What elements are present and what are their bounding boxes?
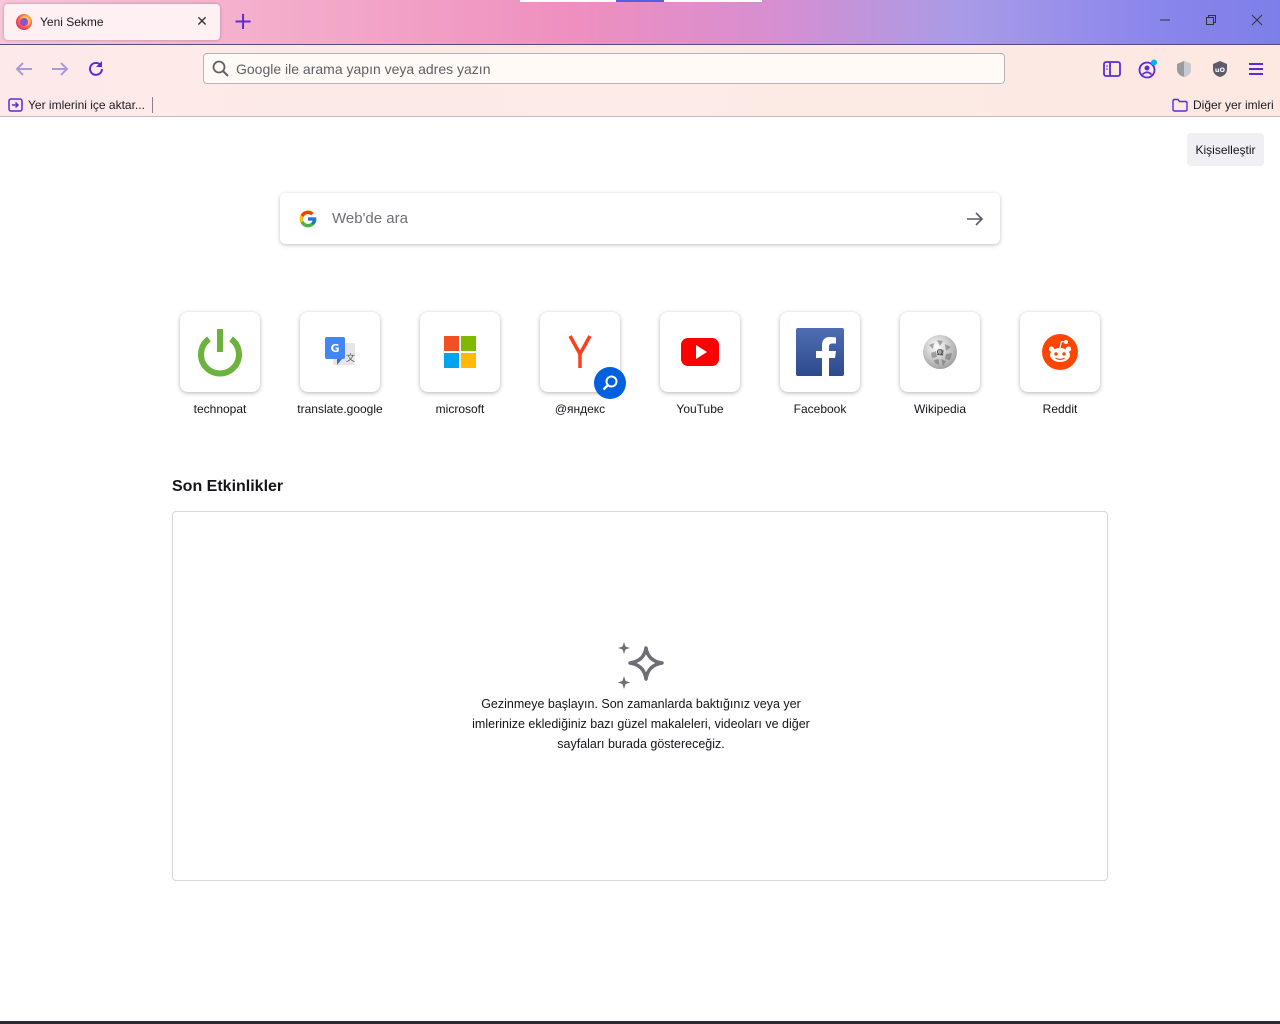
reddit-icon bbox=[1042, 334, 1078, 370]
svg-text:G: G bbox=[330, 342, 339, 355]
search-icon bbox=[602, 375, 618, 391]
top-site-reddit[interactable]: Reddit bbox=[1000, 312, 1120, 422]
power-icon bbox=[198, 329, 242, 377]
top-site-wikipedia[interactable]: Ω Wikipedia bbox=[880, 312, 1000, 422]
reload-button[interactable] bbox=[82, 55, 110, 83]
top-site-microsoft[interactable]: microsoft bbox=[400, 312, 520, 422]
top-site-label: Reddit bbox=[1042, 402, 1078, 416]
restore-button[interactable] bbox=[1188, 8, 1234, 36]
top-site-tile bbox=[660, 312, 740, 392]
bookmarks-separator bbox=[152, 97, 153, 113]
google-translate-icon: G文 bbox=[325, 337, 355, 365]
other-bookmarks-label: Diğer yer imleri bbox=[1193, 98, 1274, 112]
forward-icon bbox=[52, 62, 69, 76]
import-bookmarks-label: Yer imlerini içe aktar... bbox=[28, 98, 145, 112]
reload-icon bbox=[89, 61, 103, 76]
sidebar-button[interactable] bbox=[1100, 57, 1124, 81]
title-bar: Yeni Sekme ✕ + bbox=[0, 0, 1280, 44]
top-site-label: technopat bbox=[193, 402, 247, 416]
youtube-icon bbox=[681, 338, 719, 366]
other-bookmarks-button[interactable]: Diğer yer imleri bbox=[1172, 95, 1274, 115]
ublock-button[interactable]: uO bbox=[1208, 57, 1232, 81]
svg-text:文: 文 bbox=[346, 352, 355, 364]
sidebar-icon bbox=[1103, 61, 1121, 77]
top-site-tile bbox=[1020, 312, 1100, 392]
top-site-label: microsoft bbox=[435, 402, 485, 416]
wikipedia-icon: Ω bbox=[923, 335, 957, 369]
recent-activity-panel: Gezinmeye başlayın. Son zamanlarda baktı… bbox=[172, 511, 1108, 881]
shield-extension-icon bbox=[1177, 61, 1191, 77]
web-search-box[interactable] bbox=[280, 193, 1000, 244]
account-button[interactable] bbox=[1136, 57, 1160, 81]
web-search-input[interactable] bbox=[318, 193, 966, 244]
top-site-label: Wikipedia bbox=[913, 402, 967, 416]
microsoft-icon bbox=[444, 336, 476, 368]
bookmarks-toolbar: Yer imlerini içe aktar... Diğer yer imle… bbox=[0, 92, 1280, 117]
top-site-tile bbox=[180, 312, 260, 392]
top-site-label: @яндекс bbox=[554, 402, 606, 416]
forward-button[interactable] bbox=[46, 55, 74, 83]
minimize-button[interactable] bbox=[1142, 8, 1188, 36]
yandex-icon bbox=[568, 335, 592, 368]
import-icon bbox=[8, 98, 23, 112]
top-site-youtube[interactable]: YouTube bbox=[640, 312, 760, 422]
search-icon bbox=[212, 60, 229, 77]
top-site-yandex[interactable]: @яндекс bbox=[520, 312, 640, 422]
recent-activity-empty-message: Gezinmeye başlayın. Son zamanlarda baktı… bbox=[472, 697, 810, 751]
svg-text:Ω: Ω bbox=[937, 348, 944, 357]
top-site-technopat[interactable]: technopat bbox=[160, 312, 280, 422]
titlebar-highlight bbox=[520, 0, 616, 2]
back-button[interactable] bbox=[10, 55, 38, 83]
customize-button[interactable]: Kişiselleştir bbox=[1187, 133, 1264, 166]
close-window-button[interactable] bbox=[1234, 8, 1280, 36]
top-site-translate-google[interactable]: G文 translate.google bbox=[280, 312, 400, 422]
new-tab-button[interactable]: + bbox=[232, 9, 254, 35]
menu-icon bbox=[1249, 63, 1263, 75]
app-menu-button[interactable] bbox=[1244, 57, 1268, 81]
titlebar-highlight bbox=[664, 0, 762, 2]
firefox-icon bbox=[16, 14, 32, 30]
url-input[interactable] bbox=[230, 54, 1004, 83]
top-sites: technopat G文 translate.google microsoft … bbox=[160, 312, 1120, 422]
top-site-tile: G文 bbox=[300, 312, 380, 392]
recent-activity-title: Son Etkinlikler bbox=[172, 478, 284, 495]
top-site-tile: Ω bbox=[900, 312, 980, 392]
navigation-toolbar: uO bbox=[0, 44, 1280, 92]
close-icon bbox=[1251, 14, 1263, 26]
top-site-tile bbox=[420, 312, 500, 392]
tab-close-icon[interactable]: ✕ bbox=[194, 14, 210, 30]
tab-new-tab[interactable]: Yeni Sekme ✕ bbox=[4, 4, 220, 40]
import-bookmarks-button[interactable]: Yer imlerini içe aktar... bbox=[8, 95, 145, 115]
titlebar-highlight bbox=[616, 0, 664, 2]
account-icon bbox=[1138, 59, 1157, 79]
search-shortcut-badge bbox=[594, 367, 626, 399]
svg-text:uO: uO bbox=[1215, 66, 1226, 74]
minimize-icon bbox=[1160, 19, 1170, 21]
folder-icon bbox=[1172, 98, 1188, 112]
url-bar[interactable] bbox=[203, 53, 1005, 84]
sparkle-icon bbox=[617, 642, 664, 689]
top-site-label: Facebook bbox=[793, 402, 847, 416]
top-site-label: YouTube bbox=[676, 402, 724, 416]
facebook-icon bbox=[796, 328, 844, 376]
back-icon bbox=[15, 62, 32, 76]
top-site-facebook[interactable]: Facebook bbox=[760, 312, 880, 422]
arrow-right-icon[interactable] bbox=[966, 211, 984, 227]
ublock-icon: uO bbox=[1213, 61, 1227, 77]
google-icon bbox=[299, 210, 317, 227]
top-site-tile bbox=[780, 312, 860, 392]
privacy-extension-button[interactable] bbox=[1172, 57, 1196, 81]
restore-icon bbox=[1206, 15, 1216, 25]
top-site-label: translate.google bbox=[297, 402, 383, 416]
tab-title: Yeni Sekme bbox=[40, 15, 104, 29]
